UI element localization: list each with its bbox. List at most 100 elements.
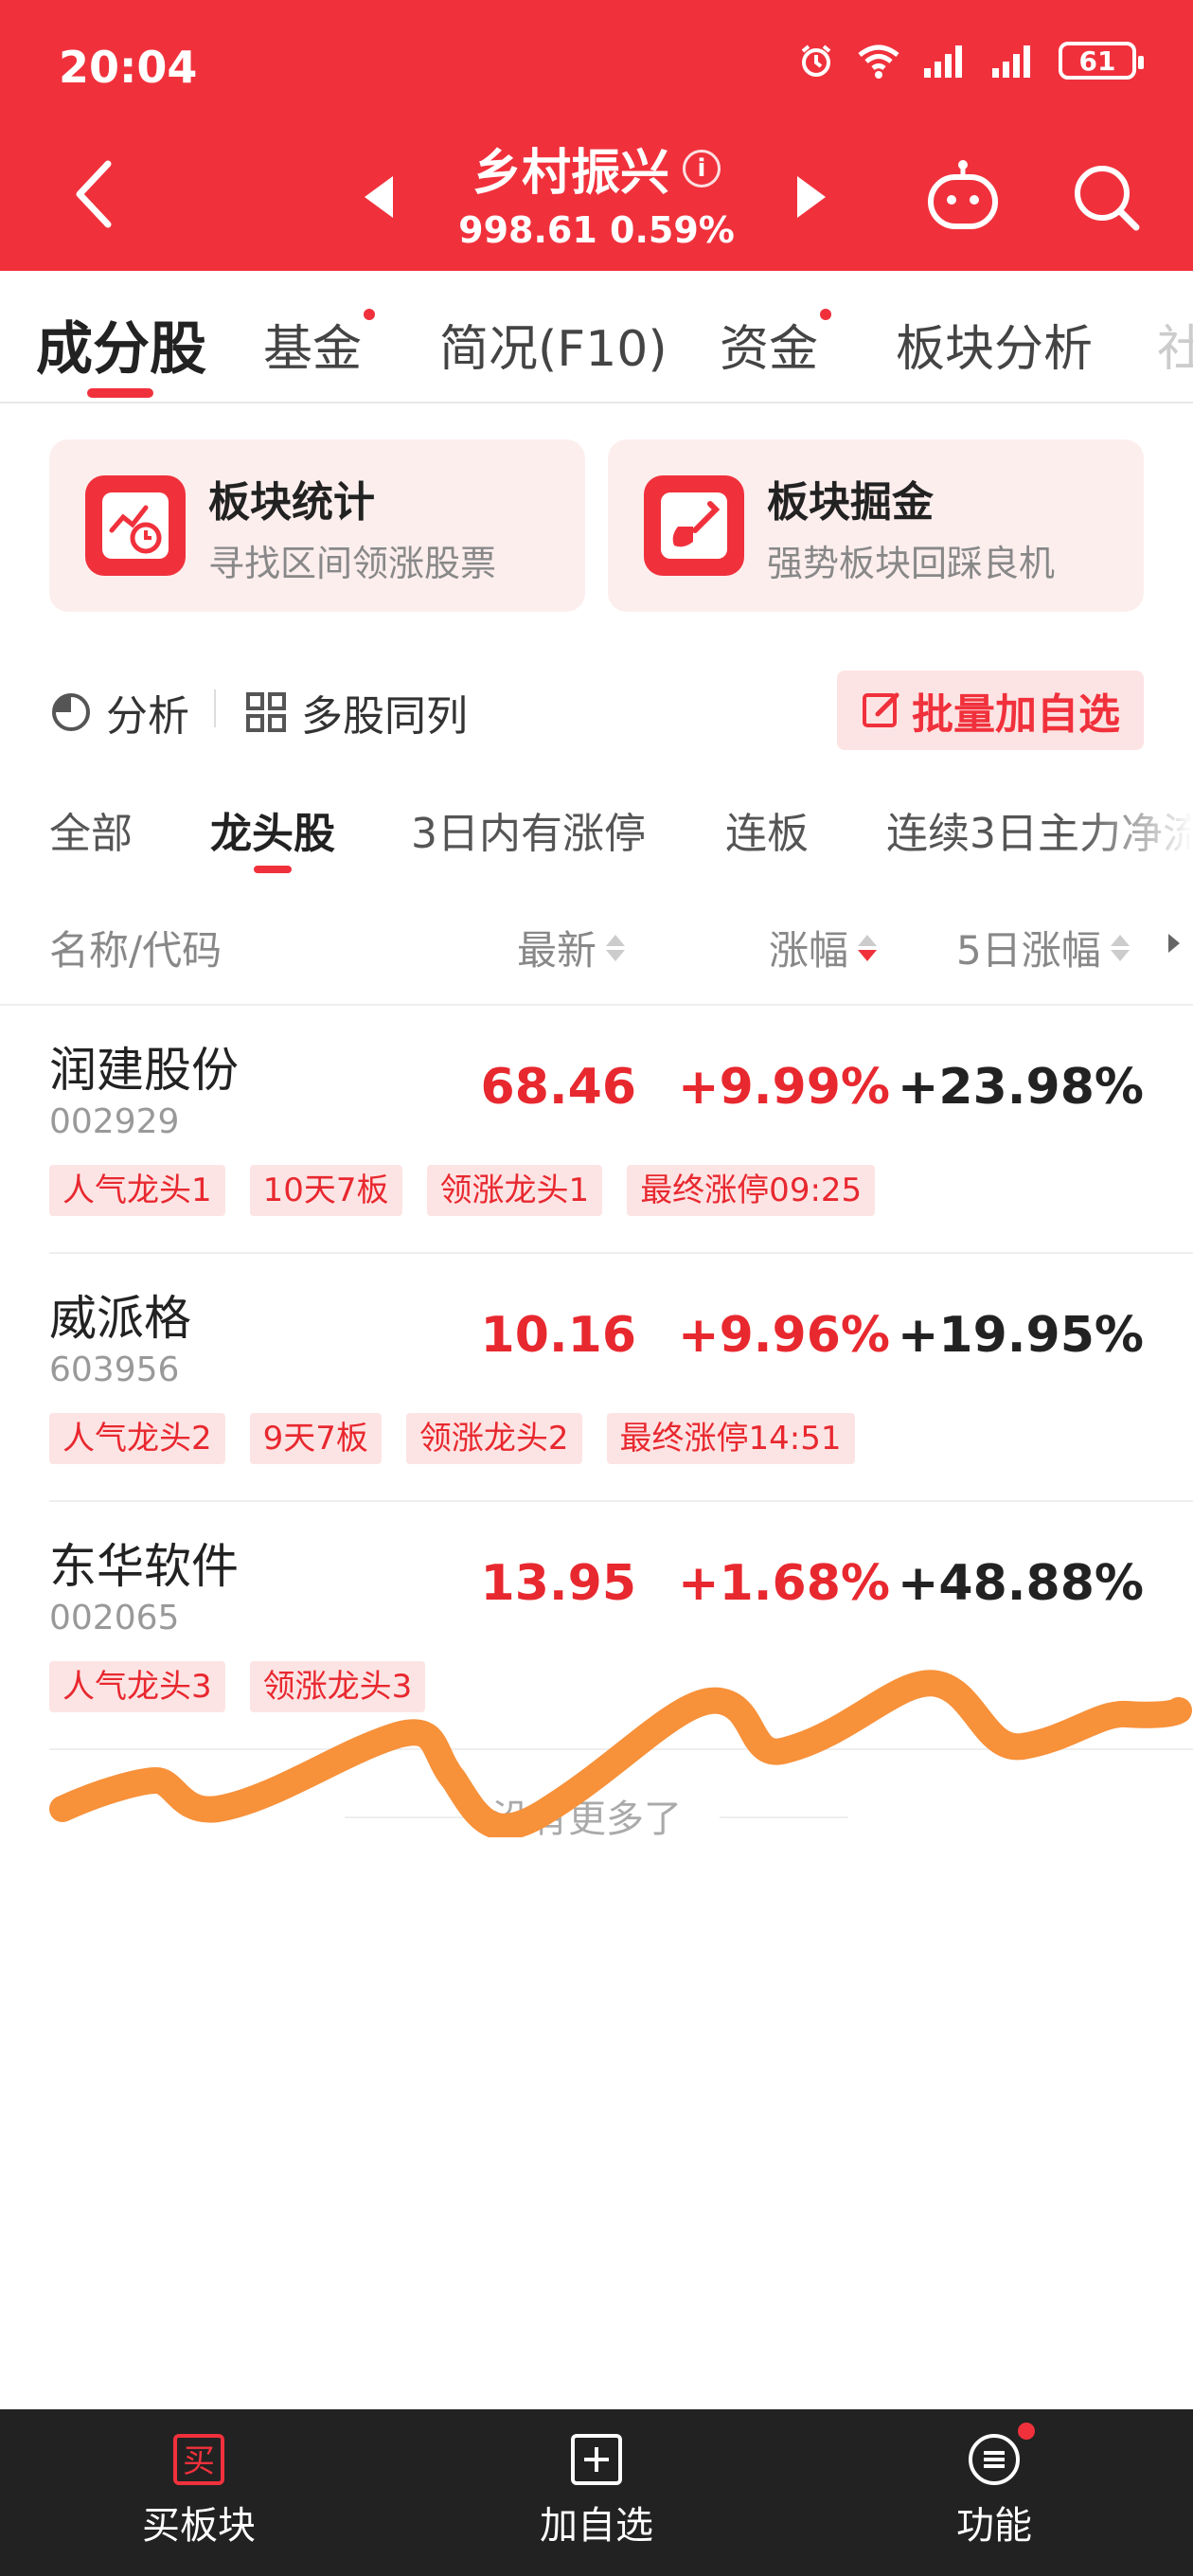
tab-label: 成分股 [36,316,206,383]
stock-code: 603956 [49,1351,180,1389]
card-sector-stats[interactable]: 板块统计 寻找区间领涨股票 [49,439,585,612]
tab-overflow[interactable]: 社 [1157,309,1193,380]
signal-icon-2 [992,45,1030,78]
stock-price: 68.46 [480,1059,636,1116]
table-row[interactable]: 威派格 603956 10.16 +9.96% +19.95% 人气龙头2 9天… [0,1254,1193,1502]
stock-tags: 人气龙头2 9天7板 领涨龙头2 最终涨停14:51 [49,1413,855,1464]
stock-change: +9.99% [678,1059,890,1116]
status-icons: 61 [797,42,1144,80]
stock-tag: 人气龙头1 [49,1165,225,1216]
subtab-all[interactable]: 全部 [49,799,133,860]
main-tabs: 成分股 基金 简况(F10) 资金 板块分析 社 [0,271,1193,403]
column-change[interactable]: 涨幅 [769,919,878,976]
functions-button[interactable]: 功能 [881,2423,1108,2549]
menu-circle-icon [967,2423,1035,2487]
tab-sector-analysis[interactable]: 板块分析 [896,309,1093,380]
tab-label: 板块分析 [896,321,1094,378]
batch-add-label: 批量加自选 [912,690,1120,739]
stock-code: 002929 [49,1102,180,1141]
buy-icon-char: 买 [183,2442,215,2480]
stock-price: 13.95 [480,1555,636,1612]
card-title: 板块统计 [208,478,375,527]
tab-funds[interactable]: 基金 [263,309,376,380]
subtab-limit-up-3d[interactable]: 3日内有涨停 [411,799,646,860]
buy-icon: 买 [171,2432,226,2487]
notification-dot [1018,2423,1035,2440]
stock-tags: 人气龙头1 10天7板 领涨龙头1 最终涨停09:25 [49,1165,876,1216]
stock-tag: 领涨龙头1 [426,1165,603,1216]
wifi-icon [858,45,899,79]
signal-icon-1 [924,45,962,78]
top-header: 20:04 61 乡村振兴 i 998.61 0.59% [0,0,1193,271]
stock-change-5d: +48.88% [897,1555,1144,1612]
notification-dot [820,309,832,320]
stock-change: +9.96% [678,1307,890,1364]
stock-change-5d: +19.95% [897,1307,1144,1364]
analysis-label: 分析 [106,692,189,741]
column-change-5d[interactable]: 5日涨幅 [956,919,1130,976]
column-label: 5日涨幅 [956,927,1101,974]
stock-tag: 10天7板 [249,1165,402,1216]
more-columns-arrow-icon[interactable] [1168,934,1180,953]
info-icon[interactable]: i [683,149,721,188]
card-subtitle: 强势板块回踩良机 [767,543,1056,584]
tab-constituents[interactable]: 成分股 [36,303,206,385]
stock-change-5d: +23.98% [897,1059,1144,1116]
column-label: 最新 [517,927,597,974]
batch-add-watchlist-button[interactable]: 批量加自选 [837,671,1144,750]
stats-chart-icon [85,475,186,576]
search-icon [1075,166,1140,231]
add-watchlist-label: 加自选 [540,2504,653,2548]
next-sector-button[interactable] [797,176,826,218]
sort-icon [1110,934,1130,961]
column-latest[interactable]: 最新 [517,919,626,976]
robot-icon [928,160,998,229]
column-name-code: 名称/代码 [49,927,223,974]
status-time: 20:04 [59,42,198,93]
index-value: 998.61 0.59% [458,209,735,251]
column-label: 涨幅 [769,927,849,974]
multi-stock-label: 多股同列 [301,692,468,741]
stock-tag: 人气龙头2 [49,1413,225,1464]
stock-name: 东华软件 [49,1539,239,1594]
divider [214,689,216,727]
buy-sector-button[interactable]: 买 买板块 [85,2432,312,2549]
tab-label: 社 [1157,321,1193,378]
card-sector-mining[interactable]: 板块掘金 强势板块回踩良机 [608,439,1144,612]
multi-stock-view-button[interactable]: 多股同列 [244,682,468,742]
stock-name: 润建股份 [49,1043,239,1098]
tab-overview-f10[interactable]: 简况(F10) [439,309,668,380]
tab-active-indicator [87,388,153,398]
assistant-robot-button[interactable] [923,156,1003,236]
stock-change: +1.68% [678,1555,890,1612]
table-row[interactable]: 润建股份 002929 68.46 +9.99% +23.98% 人气龙头1 1… [0,1006,1193,1254]
analysis-toggle[interactable]: 分析 [49,682,189,742]
edit-icon [863,692,899,727]
stock-tag: 领涨龙头2 [405,1413,582,1464]
sector-title-block: 乡村振兴 i 998.61 0.59% [407,133,786,251]
tab-label: 资金 [720,321,819,378]
stock-tag: 最终涨停14:51 [606,1413,855,1464]
alarm-icon [801,45,831,77]
add-square-icon [569,2432,624,2487]
tab-capital[interactable]: 资金 [720,309,832,380]
search-button[interactable] [1068,159,1144,235]
page-title: 乡村振兴 [472,145,669,202]
battery-indicator: 61 [1059,42,1144,80]
stock-price: 10.16 [480,1307,636,1364]
add-watchlist-button[interactable]: 加自选 [483,2432,710,2549]
bottom-action-bar: 买 买板块 加自选 功能 [0,2409,1193,2576]
subtab-consecutive[interactable]: 连板 [725,799,809,860]
grid-icon [246,692,286,732]
subtab-leaders[interactable]: 龙头股 [210,799,335,860]
pie-chart-icon [52,693,90,731]
sort-desc-icon [858,934,878,961]
shovel-icon [644,475,744,576]
stock-tag: 最终涨停09:25 [627,1165,876,1216]
battery-level: 61 [1078,45,1116,77]
buy-sector-label: 买板块 [142,2504,256,2548]
previous-sector-button[interactable] [365,176,393,218]
back-button[interactable] [66,156,123,232]
subtab-fade [1079,786,1193,862]
sort-icon [606,934,626,961]
